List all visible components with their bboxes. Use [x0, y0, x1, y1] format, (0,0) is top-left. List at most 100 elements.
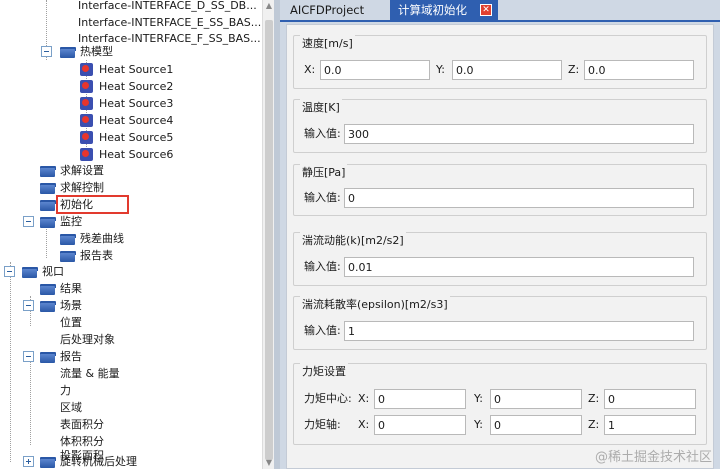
collapse-toggle[interactable] — [41, 46, 52, 57]
moment-axis-x-label: X: — [358, 418, 370, 431]
tree-item-label: 视口 — [42, 265, 64, 278]
scrollbar-thumb[interactable] — [265, 20, 273, 460]
moment-center-z-label: Z: — [588, 392, 600, 405]
close-icon[interactable]: ✕ — [480, 4, 492, 16]
tab-domain-init[interactable]: 计算域初始化 ✕ — [390, 0, 498, 20]
tab-label: AICFDProject — [290, 3, 365, 17]
tree-item-monitor[interactable]: 监控 — [60, 213, 82, 230]
tree-item-label: 热模型 — [80, 45, 113, 58]
project-tree: Interface-INTERFACE_D_SS_DB... Interface… — [0, 0, 262, 469]
init-form: 速度[m/s] X: Y: Z: 温度[K] 输入值: 静压[Pa] 输入值: … — [286, 24, 714, 469]
tree-item-heat-source-5[interactable]: Heat Source5 — [99, 129, 173, 146]
folder-icon — [40, 301, 56, 312]
temperature-input[interactable] — [344, 124, 694, 144]
folder-icon — [40, 183, 56, 194]
temperature-label: 输入值: — [304, 127, 341, 140]
tree-item-label: Interface-INTERFACE_D_SS_DB... — [78, 0, 257, 12]
velocity-z-input[interactable] — [584, 60, 694, 80]
tree-item-post-objects[interactable]: 后处理对象 — [60, 331, 115, 348]
tree-item-label: 区域 — [60, 401, 82, 414]
static-pressure-label: 输入值: — [304, 191, 341, 204]
tree-item-region[interactable]: 区域 — [60, 399, 82, 416]
tree-item-label: 报告 — [60, 350, 82, 363]
moment-axis-z-label: Z: — [588, 418, 600, 431]
tree-item-label: Heat Source6 — [99, 148, 174, 161]
moment-axis-y-label: Y: — [474, 418, 483, 431]
tree-item-heat-source-3[interactable]: Heat Source3 — [99, 95, 173, 112]
tree-item-solve-control[interactable]: 求解控制 — [60, 179, 104, 196]
group-title: 温度[K] — [300, 99, 342, 115]
tree-item-report-table[interactable]: 报告表 — [80, 247, 113, 264]
folder-icon — [60, 251, 76, 262]
tab-aicfd-project[interactable]: AICFDProject — [282, 0, 382, 20]
group-moment: 力矩设置 力矩中心: X: Y: Z: 力矩轴: X: Y: Z: — [293, 363, 707, 445]
velocity-y-input[interactable] — [452, 60, 562, 80]
tab-bar: AICFDProject 计算域初始化 ✕ — [280, 0, 720, 20]
velocity-z-label: Z: — [568, 63, 580, 76]
moment-axis-z-input[interactable] — [604, 415, 696, 435]
tree-item-solve-settings[interactable]: 求解设置 — [60, 162, 104, 179]
group-title: 力矩设置 — [300, 363, 348, 379]
velocity-x-input[interactable] — [320, 60, 430, 80]
static-pressure-input[interactable] — [344, 188, 694, 208]
moment-center-z-input[interactable] — [604, 389, 696, 409]
tke-input[interactable] — [344, 257, 694, 277]
tree-item-viewport[interactable]: 视口 — [42, 263, 64, 280]
group-temperature: 温度[K] 输入值: — [293, 99, 707, 153]
tree-item-surface-integral[interactable]: 表面积分 — [60, 416, 104, 433]
group-dissipation: 湍流耗散率(epsilon)[m2/s3] 输入值: — [293, 296, 707, 350]
tree-item-label: 表面积分 — [60, 418, 104, 431]
folder-icon — [40, 166, 56, 177]
tree-item-heat-source-1[interactable]: Heat Source1 — [99, 61, 173, 78]
tree-item-thermal-model[interactable]: 热模型 — [80, 43, 113, 60]
group-title: 湍流动能(k)[m2/s2] — [300, 232, 406, 248]
tree-item-results[interactable]: 结果 — [60, 280, 82, 297]
tree-scrollbar[interactable]: ▲ ▼ — [262, 0, 274, 469]
heat-source-icon — [80, 80, 93, 93]
tree-item-heat-source-4[interactable]: Heat Source4 — [99, 112, 173, 129]
moment-axis-y-input[interactable] — [490, 415, 582, 435]
dissipation-input[interactable] — [344, 321, 694, 341]
folder-icon — [40, 352, 56, 363]
heat-source-icon — [80, 148, 93, 161]
tree-item-label: 求解设置 — [60, 164, 104, 177]
collapse-toggle[interactable] — [23, 216, 34, 227]
tree-item-residual-curve[interactable]: 残差曲线 — [80, 230, 124, 247]
highlight-box — [56, 195, 129, 214]
collapse-toggle[interactable] — [23, 351, 34, 362]
folder-icon — [60, 47, 76, 58]
expand-toggle[interactable] — [23, 456, 34, 467]
tree-item-label: 残差曲线 — [80, 232, 124, 245]
tree-item-scene[interactable]: 场景 — [60, 297, 82, 314]
tree-item-label: 流量 & 能量 — [60, 367, 120, 380]
heat-source-icon — [80, 97, 93, 110]
folder-icon — [22, 267, 38, 278]
moment-center-y-input[interactable] — [490, 389, 582, 409]
tree-item-label: Heat Source2 — [99, 80, 174, 93]
tree-item-interface-d[interactable]: Interface-INTERFACE_D_SS_DB... — [78, 0, 257, 14]
tree-item-force[interactable]: 力 — [60, 382, 71, 399]
tree-item-label: 场景 — [60, 299, 82, 312]
collapse-toggle[interactable] — [4, 266, 15, 277]
tree-item-turbo-post[interactable]: 旋转机械后处理 — [60, 453, 137, 469]
tree-item-label: Heat Source5 — [99, 131, 174, 144]
tree-item-label: 监控 — [60, 215, 82, 228]
tree-item-label: 结果 — [60, 282, 82, 295]
tree-item-heat-source-2[interactable]: Heat Source2 — [99, 78, 173, 95]
tab-label: 计算域初始化 — [398, 3, 467, 17]
velocity-x-label: X: — [304, 63, 316, 76]
collapse-toggle[interactable] — [23, 300, 34, 311]
tree-item-report[interactable]: 报告 — [60, 348, 82, 365]
watermark: @稀土掘金技术社区 — [594, 450, 712, 465]
heat-source-icon — [80, 131, 93, 144]
moment-axis-x-input[interactable] — [374, 415, 466, 435]
editor-area: AICFDProject 计算域初始化 ✕ 速度[m/s] X: Y: Z: 温… — [280, 0, 720, 469]
tree-item-heat-source-6[interactable]: Heat Source6 — [99, 146, 173, 163]
dissipation-label: 输入值: — [304, 324, 341, 337]
group-static-pressure: 静压[Pa] 输入值: — [293, 164, 707, 216]
tree-item-flow-energy[interactable]: 流量 & 能量 — [60, 365, 120, 382]
velocity-y-label: Y: — [436, 63, 445, 76]
moment-center-x-input[interactable] — [374, 389, 466, 409]
tree-item-position[interactable]: 位置 — [60, 314, 82, 331]
tree-item-interface-e[interactable]: Interface-INTERFACE_E_SS_BAS... — [78, 14, 261, 31]
